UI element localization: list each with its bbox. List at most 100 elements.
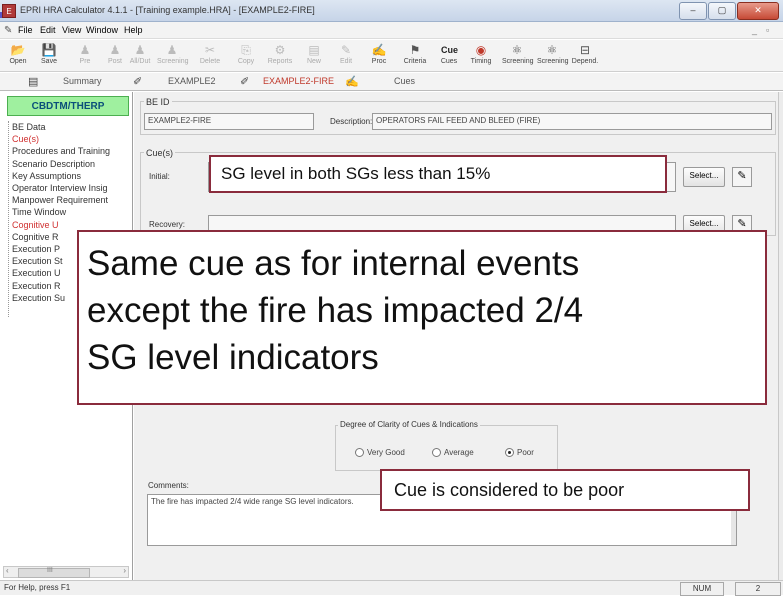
toolbar-button-save[interactable]: 💾 Save bbox=[34, 42, 64, 70]
initial-cue-label: Initial: bbox=[149, 172, 170, 181]
radio-dot-selected bbox=[505, 448, 514, 458]
tree-item[interactable]: Cue(s) bbox=[12, 134, 39, 144]
menu-edit[interactable]: Edit bbox=[40, 25, 56, 35]
toolbar-button-timing[interactable]: ◉ Timing bbox=[466, 42, 496, 70]
radio-dot bbox=[355, 448, 364, 458]
copy-icon: ⎘ bbox=[241, 43, 251, 57]
comments-label: Comments: bbox=[148, 481, 189, 490]
cues-tab-icon: ✍ bbox=[345, 76, 359, 88]
toolbar-button-label: Pre bbox=[79, 58, 91, 65]
left-panel-scrollbar[interactable]: III ‹ › bbox=[3, 566, 129, 578]
tree-item[interactable]: Cognitive R bbox=[12, 232, 59, 242]
scroll-grip: III bbox=[47, 567, 53, 574]
tree-item[interactable]: Cognitive U bbox=[12, 220, 59, 230]
cues-icon: Cue bbox=[441, 45, 459, 55]
maximize-button[interactable]: ▢ bbox=[708, 2, 736, 20]
save-icon: 💾 bbox=[41, 43, 57, 57]
minimize-button[interactable]: – bbox=[679, 2, 707, 20]
menu-view[interactable]: View bbox=[62, 25, 81, 35]
new-icon: ▤ bbox=[308, 43, 320, 57]
menu-bar: ✎ File Edit View Window Help _ ▫ bbox=[0, 22, 783, 39]
tree-item[interactable]: Execution St bbox=[12, 256, 63, 266]
toolbar-button-new[interactable]: ▤ New bbox=[299, 42, 329, 70]
scroll-right-icon[interactable]: › bbox=[123, 566, 126, 575]
reports-icon: ⚙ bbox=[274, 43, 286, 57]
toolbar-button-delete[interactable]: ✂ Delete bbox=[195, 42, 225, 70]
be-id-field[interactable]: EXAMPLE2-FIRE bbox=[144, 113, 314, 130]
toolbar-button-proc[interactable]: ✍ Proc bbox=[364, 42, 394, 70]
menu-window[interactable]: Window bbox=[86, 25, 118, 35]
tree-item[interactable]: Scenario Description bbox=[12, 159, 95, 169]
initial-edit-pencil-icon[interactable]: ✎ bbox=[732, 167, 752, 187]
toolbar-button-edit[interactable]: ✎ Edit bbox=[331, 42, 361, 70]
tree-item[interactable]: Time Window bbox=[12, 207, 66, 217]
toolbar-button-all-dut[interactable]: ♟ All/Dut bbox=[125, 42, 155, 70]
tree-item[interactable]: Manpower Requirement bbox=[12, 195, 108, 205]
folder-open-icon: 📂 bbox=[10, 43, 26, 57]
dependency-icon: ⊟ bbox=[579, 43, 591, 57]
mdi-restore-icon[interactable]: ▫ bbox=[766, 25, 769, 35]
clarity-very-good-radio[interactable]: Very Good bbox=[355, 448, 405, 458]
tab-example2[interactable]: EXAMPLE2 bbox=[168, 76, 216, 86]
toolbar-button-cues[interactable]: Cue Cues bbox=[434, 42, 464, 70]
scrollbar-thumb[interactable]: III bbox=[18, 567, 90, 578]
close-button[interactable]: ✕ bbox=[737, 2, 779, 20]
toolbar-button-depend-[interactable]: ⊟ Depend. bbox=[570, 42, 600, 70]
toolbar-button-label: Criteria bbox=[403, 58, 427, 65]
toolbar-button-screening[interactable]: ⚛ Screening bbox=[537, 42, 569, 70]
toolbar-button-label: Screening bbox=[157, 58, 189, 65]
window-title: EPRI HRA Calculator 4.1.1 - [Training ex… bbox=[20, 5, 315, 15]
tree-item[interactable]: Execution R bbox=[12, 281, 61, 291]
toolbar-button-screening[interactable]: ⚛ Screening bbox=[502, 42, 534, 70]
person-icon: ♟ bbox=[79, 43, 91, 57]
tab-cues[interactable]: Cues bbox=[394, 76, 415, 86]
toolbar-button-label: Reports bbox=[267, 58, 293, 65]
procedure-icon: ✍ bbox=[371, 43, 387, 57]
screening-icon: ⚛ bbox=[546, 43, 558, 57]
tab-summary[interactable]: Summary bbox=[63, 76, 102, 86]
menu-help[interactable]: Help bbox=[124, 25, 143, 35]
scroll-left-icon[interactable]: ‹ bbox=[6, 566, 9, 575]
tab-example2-fire[interactable]: EXAMPLE2-FIRE bbox=[263, 76, 334, 86]
method-header: CBDTM/THERP bbox=[7, 96, 129, 116]
radio-label: Poor bbox=[517, 448, 534, 457]
callout-line: except the fire has impacted 2/4 bbox=[87, 291, 584, 330]
main-scrollbar[interactable] bbox=[778, 92, 783, 580]
app-icon: E bbox=[2, 4, 16, 18]
clarity-poor-radio[interactable]: Poor bbox=[505, 448, 534, 458]
tree-item[interactable]: Operator Interview Insig bbox=[12, 183, 108, 193]
toolbar-button-label: Depend. bbox=[571, 58, 599, 65]
window-controls: – ▢ ✕ bbox=[679, 2, 779, 20]
toolbar-button-screening[interactable]: ♟ Screening bbox=[157, 42, 189, 70]
initial-select-button[interactable]: Select... bbox=[683, 167, 725, 187]
callout-poor-cue: Cue is considered to be poor bbox=[380, 469, 750, 511]
person-icon: ♟ bbox=[166, 43, 178, 57]
tree-item[interactable]: Execution P bbox=[12, 244, 60, 254]
menu-file[interactable]: File bbox=[18, 25, 33, 35]
toolbar-button-open[interactable]: 📂 Open bbox=[3, 42, 33, 70]
toolbar-button-copy[interactable]: ⎘ Copy bbox=[231, 42, 261, 70]
toolbar-button-label: Delete bbox=[199, 58, 221, 65]
tree-item[interactable]: Key Assumptions bbox=[12, 171, 81, 181]
description-label: Description: bbox=[330, 117, 373, 126]
tree-item[interactable]: Execution U bbox=[12, 268, 61, 278]
screening-icon: ⚛ bbox=[511, 43, 523, 57]
toolbar: 📂 Open 💾 Save ♟ Pre ♟ Post ♟ All/Dut ♟ Screening ✂ De… bbox=[0, 40, 783, 72]
toolbar-button-label: Save bbox=[41, 58, 57, 65]
tree-item[interactable]: BE Data bbox=[12, 122, 46, 132]
clarity-average-radio[interactable]: Average bbox=[432, 448, 474, 458]
tree-item[interactable]: Execution Su bbox=[12, 293, 65, 303]
toolbar-button-criteria[interactable]: ⚑ Criteria bbox=[400, 42, 430, 70]
toolbar-button-reports[interactable]: ⚙ Reports bbox=[265, 42, 295, 70]
mdi-minimize-icon[interactable]: _ bbox=[752, 25, 757, 35]
document-icon: ▤ bbox=[28, 76, 39, 88]
toolbar-button-pre[interactable]: ♟ Pre bbox=[70, 42, 100, 70]
criteria-icon: ⚑ bbox=[409, 43, 421, 57]
tab-bar: ▤ Summary ✐ EXAMPLE2 ✐ EXAMPLE2-FIRE ✍ C… bbox=[0, 73, 783, 91]
description-field[interactable]: OPERATORS FAIL FEED AND BLEED (FIRE) bbox=[372, 113, 772, 130]
toolbar-button-label: All/Dut bbox=[129, 58, 151, 65]
toolbar-button-label: Open bbox=[9, 58, 27, 65]
clarity-label: Degree of Clarity of Cues & Indications bbox=[338, 420, 480, 429]
cues-group-label: Cue(s) bbox=[144, 148, 176, 158]
tree-item[interactable]: Procedures and Training bbox=[12, 146, 110, 156]
